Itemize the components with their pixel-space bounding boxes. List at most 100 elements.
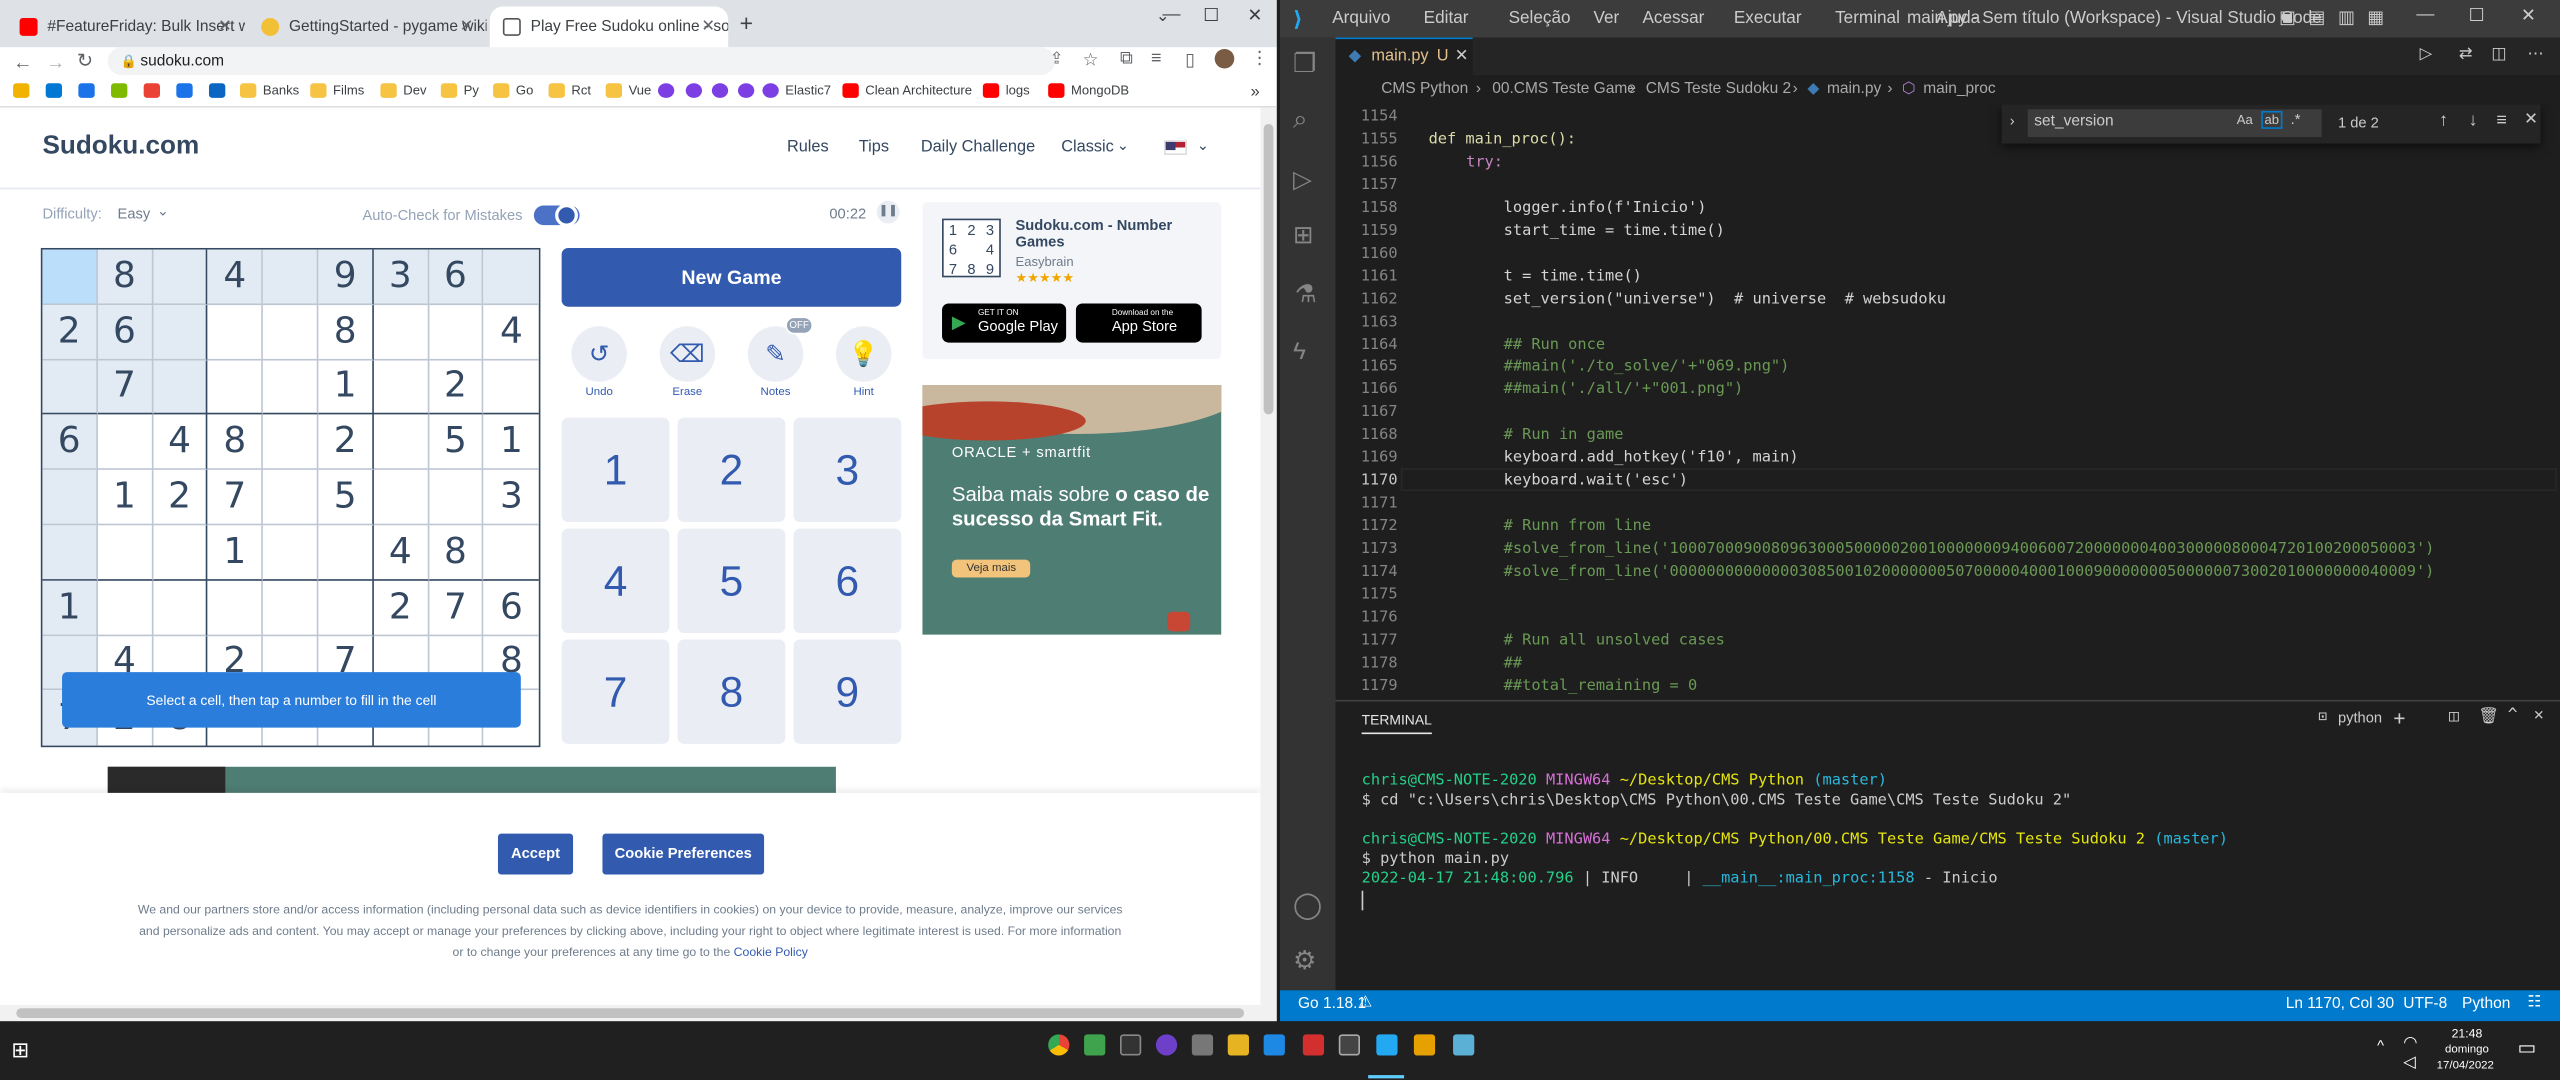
code-line[interactable]: t = time.time(): [1504, 267, 1642, 285]
grid-cell[interactable]: [373, 359, 429, 416]
maximize-icon[interactable]: ☐: [2469, 5, 2485, 27]
grid-cell[interactable]: 9: [318, 249, 374, 305]
language-mode[interactable]: Python: [2462, 995, 2510, 1013]
bookmark-folder[interactable]: Py: [440, 83, 479, 98]
grid-cell[interactable]: 2: [152, 470, 208, 526]
accept-button[interactable]: Accept: [497, 833, 574, 875]
app-icon[interactable]: [1302, 1034, 1325, 1056]
account-icon[interactable]: ◯: [1293, 889, 1322, 922]
sidepanel-icon[interactable]: ▯: [1185, 49, 1195, 71]
windows-start-icon[interactable]: ⊞: [11, 1038, 29, 1064]
notes-button[interactable]: ✎ Notes OFF: [746, 316, 814, 398]
run-debug-icon[interactable]: ▷: [1293, 165, 1312, 194]
grid-cell[interactable]: 7: [207, 470, 264, 526]
code-line[interactable]: def main_proc():: [1429, 130, 1576, 148]
scrollbar[interactable]: [1260, 107, 1277, 1005]
trash-icon[interactable]: 🗑: [2478, 708, 2499, 726]
undo-button[interactable]: ↺ Undo: [570, 326, 629, 398]
grid-cell[interactable]: [207, 359, 264, 416]
grid-cell[interactable]: [152, 525, 208, 581]
layout-icon[interactable]: ▦: [2367, 7, 2384, 28]
terminal-shell-name[interactable]: python: [2338, 710, 2382, 726]
code-line[interactable]: #solve_from_line('0000000000000030850010…: [1504, 563, 2435, 581]
app-store-button[interactable]: Download on the App Store: [1075, 303, 1202, 343]
code-line[interactable]: ##main('./to_solve/'+"069.png"): [1504, 358, 1790, 376]
menu-terminal[interactable]: Terminal: [1835, 8, 1900, 28]
scrollbar-thumb[interactable]: [16, 1008, 1245, 1019]
code-line[interactable]: ##: [1504, 654, 1522, 672]
grid-cell[interactable]: [428, 304, 484, 360]
tab-main-py[interactable]: ◆ main.py U ✕: [1335, 37, 1473, 76]
menu-selecao[interactable]: Seleção: [1509, 8, 1571, 28]
grid-cell[interactable]: 6: [428, 249, 484, 305]
grid-cell[interactable]: [318, 580, 374, 636]
extensions-icon[interactable]: ⧉: [1120, 49, 1133, 70]
nav-tips[interactable]: Tips: [859, 139, 889, 157]
split-terminal-icon[interactable]: ◫: [2449, 708, 2459, 726]
close-icon[interactable]: ✕: [460, 18, 474, 36]
grid-cell[interactable]: [373, 415, 429, 471]
notification-icon[interactable]: ▭: [2518, 1036, 2537, 1059]
number-key[interactable]: 9: [793, 639, 902, 744]
grid-cell[interactable]: 4: [373, 525, 429, 581]
code-line[interactable]: start_time = time.time(): [1504, 221, 1725, 239]
media-icon[interactable]: ≡: [1151, 49, 1161, 69]
grid-cell[interactable]: 7: [428, 580, 484, 636]
close-icon[interactable]: ✕: [2534, 706, 2544, 724]
chevron-right-icon[interactable]: ›: [2010, 113, 2015, 129]
grid-cell[interactable]: [483, 249, 540, 305]
bookmark-icon[interactable]: [78, 83, 95, 98]
search-icon[interactable]: ⌕: [1293, 106, 1308, 135]
grid-cell[interactable]: [207, 580, 264, 636]
bookmarks-overflow-icon[interactable]: »: [1251, 83, 1260, 101]
hint-button[interactable]: 💡 Hint: [834, 326, 893, 398]
share-icon[interactable]: ⇪: [1050, 51, 1064, 69]
volume-icon[interactable]: ◁: [2403, 1054, 2416, 1072]
address-bar[interactable]: 🔒 sudoku.com: [107, 47, 1055, 76]
clock-day[interactable]: domingo: [2433, 1044, 2502, 1055]
number-key[interactable]: 4: [561, 528, 670, 633]
more-icon[interactable]: ⋯: [2527, 46, 2543, 64]
code-line[interactable]: # Run all unsolved cases: [1504, 631, 1725, 649]
run-icon[interactable]: ▷: [2420, 46, 2433, 64]
close-icon[interactable]: ✕: [701, 18, 715, 36]
bookmark-link[interactable]: Clean Architecture: [842, 83, 972, 98]
grid-cell[interactable]: [152, 304, 208, 360]
grid-cell[interactable]: 7: [97, 359, 153, 416]
bookmark-icon[interactable]: [13, 83, 30, 98]
pycharm-icon[interactable]: [1338, 1034, 1360, 1056]
bookmark-icon[interactable]: [711, 83, 729, 98]
number-key[interactable]: 2: [677, 417, 786, 523]
menu-arquivo[interactable]: Arquivo: [1332, 8, 1390, 28]
grid-cell[interactable]: 6: [97, 304, 153, 360]
scrollbar-thumb[interactable]: [1263, 123, 1274, 415]
app-icon[interactable]: [1453, 1034, 1475, 1056]
grid-cell[interactable]: [42, 470, 98, 526]
close-icon[interactable]: ✕: [218, 18, 232, 36]
bookmark-icon[interactable]: [45, 83, 63, 98]
grid-cell[interactable]: 2: [318, 415, 374, 471]
code-line[interactable]: ##main('./all/'+"001.png"): [1504, 381, 1744, 399]
forward-icon[interactable]: →: [46, 51, 66, 74]
grid-cell[interactable]: 5: [428, 415, 484, 471]
layout-icon[interactable]: ▣: [2279, 7, 2296, 28]
grid-cell[interactable]: [263, 580, 319, 636]
ad-cta-button[interactable]: Veja mais: [951, 559, 1031, 578]
grid-cell[interactable]: 2: [42, 304, 98, 360]
browser-tab-youtube[interactable]: #FeatureFriday: Bulk Insert with N ✕: [7, 7, 245, 48]
grid-cell[interactable]: 8: [207, 415, 264, 471]
grid-cell[interactable]: [97, 580, 153, 636]
grid-cell[interactable]: [152, 359, 208, 416]
grid-cell[interactable]: 3: [373, 249, 429, 305]
grid-cell[interactable]: [483, 360, 540, 416]
grid-cell[interactable]: [97, 415, 153, 471]
grid-cell[interactable]: 8: [428, 525, 484, 581]
us-flag-icon[interactable]: [1164, 140, 1187, 155]
grid-cell[interactable]: [373, 470, 429, 526]
breadcrumb-item[interactable]: CMS Python: [1381, 80, 1468, 98]
go-version[interactable]: Go 1.18.1: [1298, 995, 1366, 1013]
app-icon[interactable]: [1191, 1034, 1214, 1056]
encoding[interactable]: UTF-8: [2403, 995, 2447, 1013]
bookmark-icon[interactable]: [176, 83, 193, 98]
app-icon[interactable]: [1263, 1034, 1285, 1056]
